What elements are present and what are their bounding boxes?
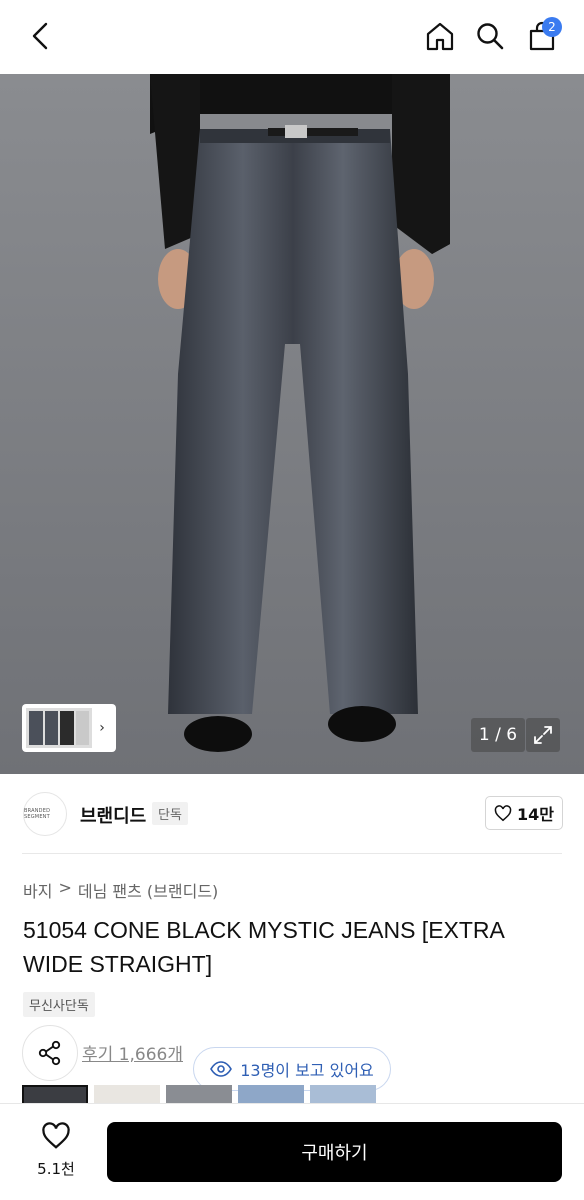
- divider: [22, 853, 562, 854]
- color-option-thumbnail[interactable]: [310, 1085, 376, 1105]
- breadcrumb-subcategory[interactable]: 데님 팬츠 (브랜디드): [78, 878, 218, 902]
- brand-exclusive-tag: 단독: [152, 802, 188, 825]
- color-option-thumbnail[interactable]: [238, 1085, 304, 1105]
- brand-like-button[interactable]: 14만: [485, 796, 563, 830]
- brand-like-count: 14만: [517, 805, 554, 824]
- breadcrumb: 바지 > 데님 팬츠 (브랜디드): [23, 878, 218, 902]
- color-option-thumbnail[interactable]: [22, 1085, 88, 1105]
- eye-icon: [210, 1061, 233, 1077]
- heart-icon: [42, 1122, 70, 1149]
- image-page-counter: 1 / 6: [471, 718, 525, 752]
- wishlist-count: 5.1천: [37, 1160, 75, 1178]
- brand-row: BRANDED SEGMENT 브랜디드 단독 14만: [0, 774, 584, 854]
- brand-logo[interactable]: BRANDED SEGMENT: [23, 792, 67, 836]
- cart-count-badge: 2: [542, 17, 562, 37]
- share-button[interactable]: [22, 1025, 78, 1081]
- product-title: 51054 CONE BLACK MYSTIC JEANS [EXTRA WID…: [23, 917, 504, 977]
- exclusive-badge: 무신사단독: [23, 992, 95, 1017]
- chevron-right-icon: ›: [99, 720, 105, 736]
- brand-name[interactable]: 브랜디드: [80, 802, 146, 828]
- breadcrumb-category[interactable]: 바지: [23, 878, 52, 902]
- product-photo: [0, 74, 584, 774]
- top-nav-bar: 2: [0, 0, 584, 74]
- buy-button[interactable]: 구매하기: [107, 1122, 562, 1182]
- color-option-thumbnail[interactable]: [94, 1085, 160, 1105]
- breadcrumb-separator: >: [58, 878, 72, 897]
- review-count-link[interactable]: 후기 1,666개: [82, 1040, 183, 1065]
- wishlist-button[interactable]: 5.1천: [22, 1122, 90, 1179]
- expand-icon[interactable]: [526, 718, 560, 752]
- thumbnail-preview: [26, 708, 92, 748]
- back-icon[interactable]: [22, 18, 58, 54]
- heart-icon: [494, 804, 512, 821]
- viewers-text: 13명이 보고 있어요: [240, 1061, 374, 1080]
- color-option-thumbnail[interactable]: [166, 1085, 232, 1105]
- search-icon[interactable]: [472, 18, 508, 54]
- product-image-gallery[interactable]: › 1 / 6: [0, 74, 584, 774]
- share-icon: [38, 1040, 61, 1066]
- home-icon[interactable]: [422, 18, 458, 54]
- color-option-thumbnails: [22, 1085, 376, 1105]
- bottom-action-bar: 5.1천 구매하기: [0, 1103, 584, 1200]
- image-thumbnail-strip[interactable]: ›: [22, 704, 116, 752]
